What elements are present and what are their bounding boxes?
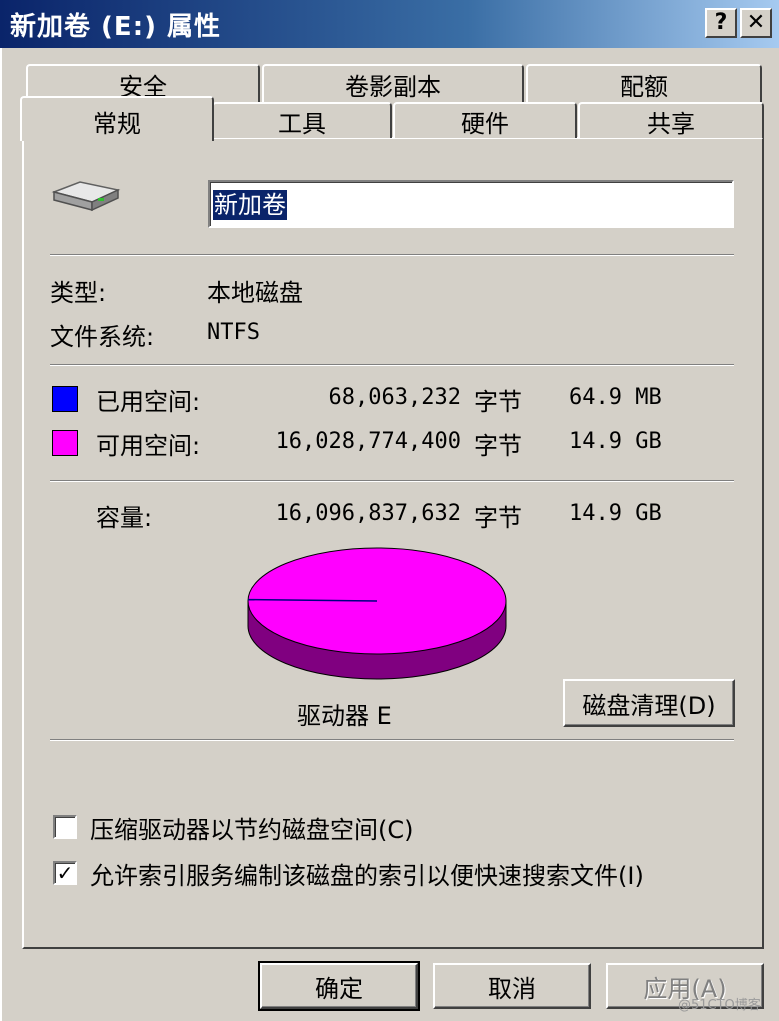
capacity-unit: 字节 — [474, 504, 522, 532]
ok-button[interactable]: 确定 — [258, 961, 420, 1011]
index-check-mark: ✓ — [56, 861, 74, 885]
tab-sharing[interactable]: 共享 — [578, 102, 764, 138]
window-title: 新加卷 (E:) 属性 — [10, 12, 222, 42]
free-space-label: 可用空间: — [96, 432, 201, 460]
window-border — [0, 48, 4, 1021]
capacity-size: 14.9 GB — [569, 501, 662, 526]
used-space-bytes: 68,063,232 — [328, 385, 461, 410]
separator — [50, 739, 734, 741]
free-space-bytes: 16,028,774,400 — [275, 429, 461, 454]
capacity-label: 容量: — [96, 504, 153, 532]
used-space-label: 已用空间: — [96, 388, 201, 416]
used-space-size: 64.9 MB — [569, 385, 662, 410]
close-button[interactable]: ✕ — [740, 8, 772, 38]
index-label[interactable]: 允许索引服务编制该磁盘的索引以便快速搜索文件(I) — [90, 856, 644, 891]
disk-cleanup-button[interactable]: 磁盘清理(D) — [563, 679, 735, 727]
cancel-button[interactable]: 取消 — [433, 963, 591, 1009]
free-space-unit: 字节 — [474, 432, 522, 460]
separator — [50, 480, 734, 482]
free-space-swatch — [52, 430, 78, 456]
tab-general[interactable]: 常规 — [20, 96, 214, 141]
tab-quota[interactable]: 配额 — [526, 64, 762, 102]
index-checkbox[interactable]: ✓ — [53, 861, 77, 885]
tab-tools[interactable]: 工具 — [212, 102, 392, 138]
volume-name-input[interactable]: 新加卷 — [208, 180, 734, 228]
compress-label[interactable]: 压缩驱动器以节约磁盘空间(C) — [90, 810, 413, 845]
compress-checkbox[interactable] — [53, 815, 77, 839]
help-button[interactable]: ? — [705, 8, 737, 38]
tab-hardware[interactable]: 硬件 — [393, 102, 577, 138]
hard-drive-icon — [50, 178, 122, 214]
capacity-bytes: 16,096,837,632 — [275, 501, 461, 526]
used-space-swatch — [52, 386, 78, 412]
type-label: 类型: — [50, 279, 107, 307]
filesystem-label: 文件系统: — [50, 323, 155, 351]
type-value: 本地磁盘 — [207, 279, 303, 307]
watermark: @51CTO博客 — [678, 998, 761, 1013]
separator — [50, 254, 734, 256]
used-space-unit: 字节 — [474, 388, 522, 416]
tab-shadow-copies[interactable]: 卷影副本 — [262, 64, 524, 102]
free-space-size: 14.9 GB — [569, 429, 662, 454]
disk-usage-pie — [247, 547, 507, 680]
separator — [50, 364, 734, 366]
drive-label: 驱动器 E — [297, 702, 392, 730]
filesystem-value: NTFS — [207, 320, 260, 345]
volume-name-text: 新加卷 — [213, 190, 287, 220]
